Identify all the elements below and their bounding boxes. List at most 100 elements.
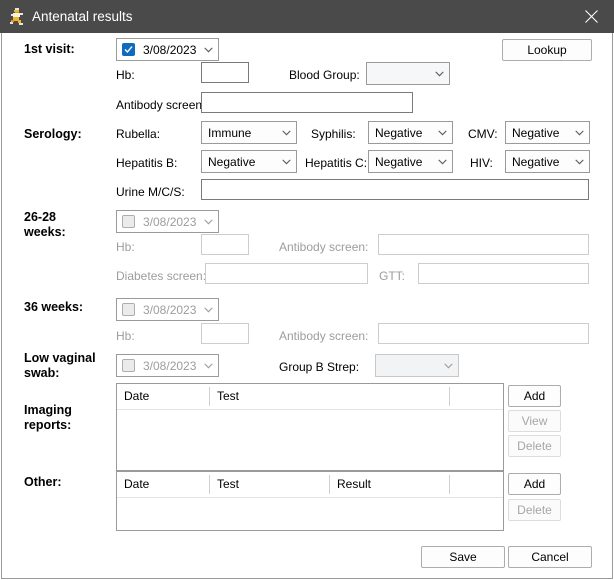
gtt-input[interactable] bbox=[418, 263, 589, 284]
blood-group-label: Blood Group: bbox=[289, 68, 360, 82]
cmv-label: CMV: bbox=[468, 127, 498, 141]
chevron-down-icon[interactable] bbox=[569, 130, 589, 136]
imaging-reports-add-button[interactable]: Add bbox=[508, 385, 561, 407]
urine-mcs-label: Urine M/C/S: bbox=[116, 185, 185, 199]
weeks-26-28-date-picker[interactable]: 3/08/2023 bbox=[116, 210, 219, 233]
first-visit-date-checkbox[interactable] bbox=[122, 43, 135, 56]
chevron-down-icon[interactable] bbox=[276, 130, 296, 136]
hepatitis-c-select[interactable]: Negative bbox=[368, 150, 453, 173]
section-label-26-28-weeks: 26-28 weeks: bbox=[24, 210, 66, 239]
close-icon[interactable] bbox=[568, 0, 614, 33]
hepatitis-b-value: Negative bbox=[208, 154, 256, 169]
chevron-down-icon[interactable] bbox=[198, 47, 218, 53]
chevron-down-icon[interactable] bbox=[198, 363, 218, 369]
gtt-label: GTT: bbox=[379, 269, 405, 283]
hiv-select[interactable]: Negative bbox=[505, 150, 590, 173]
rubella-label: Rubella: bbox=[116, 127, 161, 141]
hb-input-26-28-weeks[interactable] bbox=[201, 234, 249, 255]
imaging-reports-col-date[interactable]: Date bbox=[117, 384, 209, 409]
hiv-label: HIV: bbox=[470, 156, 493, 170]
chevron-down-icon[interactable] bbox=[432, 130, 452, 136]
section-label-low-vaginal-swab: Low vaginal swab: bbox=[24, 351, 96, 380]
hepatitis-c-label: Hepatitis C: bbox=[305, 156, 368, 170]
other-col-date[interactable]: Date bbox=[117, 472, 209, 497]
first-visit-date-picker[interactable]: 3/08/2023 bbox=[116, 38, 219, 61]
section-label-serology: Serology: bbox=[24, 127, 82, 141]
syphilis-value: Negative bbox=[375, 125, 423, 140]
antibody-screen-label-36-weeks: Antibody screen: bbox=[279, 329, 369, 343]
hepatitis-b-select[interactable]: Negative bbox=[201, 150, 297, 173]
chevron-down-icon[interactable] bbox=[276, 159, 296, 165]
imaging-reports-delete-button[interactable]: Delete bbox=[508, 435, 561, 457]
cancel-button-label: Cancel bbox=[531, 550, 569, 564]
blood-group-select[interactable] bbox=[366, 62, 450, 85]
hepatitis-b-label: Hepatitis B: bbox=[116, 156, 178, 170]
chevron-down-icon[interactable] bbox=[198, 307, 218, 313]
lookup-button[interactable]: Lookup bbox=[502, 39, 592, 61]
rubella-value: Immune bbox=[208, 125, 252, 140]
other-delete-button[interactable]: Delete bbox=[508, 499, 561, 521]
cmv-value: Negative bbox=[512, 125, 560, 140]
title-bar: Antenatal results bbox=[0, 0, 614, 33]
chevron-down-icon[interactable] bbox=[438, 363, 458, 369]
imaging-reports-col-test[interactable]: Test bbox=[210, 384, 449, 409]
weeks-26-28-date-checkbox[interactable] bbox=[122, 215, 135, 228]
syphilis-label: Syphilis: bbox=[311, 127, 356, 141]
antibody-screen-label-26-28-weeks: Antibody screen: bbox=[279, 240, 369, 254]
antibody-screen-input-26-28-weeks[interactable] bbox=[378, 234, 589, 255]
section-label-first-visit: 1st visit: bbox=[24, 42, 75, 56]
urine-mcs-input[interactable] bbox=[201, 179, 589, 200]
hb-label-36-weeks: Hb: bbox=[116, 329, 135, 343]
imaging-reports-view-label: View bbox=[521, 414, 548, 428]
weeks-36-date-picker[interactable]: 3/08/2023 bbox=[116, 298, 219, 321]
weeks-36-date-value: 3/08/2023 bbox=[143, 302, 197, 317]
save-button[interactable]: Save bbox=[421, 546, 505, 568]
low-vaginal-swab-date-value: 3/08/2023 bbox=[143, 358, 197, 373]
other-header-row: Date Test Result bbox=[117, 472, 503, 498]
other-add-label: Add bbox=[523, 477, 546, 491]
imaging-reports-delete-label: Delete bbox=[517, 439, 552, 453]
chevron-down-icon[interactable] bbox=[432, 159, 452, 165]
hb-label-26-28-weeks: Hb: bbox=[116, 240, 135, 254]
low-vaginal-swab-date-checkbox[interactable] bbox=[122, 359, 135, 372]
rubella-select[interactable]: Immune bbox=[201, 121, 297, 144]
other-col-result[interactable]: Result bbox=[330, 472, 449, 497]
group-b-strep-select[interactable] bbox=[375, 354, 459, 377]
cancel-button[interactable]: Cancel bbox=[508, 546, 592, 568]
hiv-value: Negative bbox=[512, 154, 560, 169]
hb-label-first-visit: Hb: bbox=[116, 68, 135, 82]
lookup-button-label: Lookup bbox=[527, 43, 567, 57]
antibody-screen-input-first-visit[interactable] bbox=[201, 92, 413, 113]
diabetes-screen-label: Diabetes screen: bbox=[116, 269, 207, 283]
section-label-36-weeks: 36 weeks: bbox=[24, 300, 84, 314]
cmv-select[interactable]: Negative bbox=[505, 121, 590, 144]
low-vaginal-swab-date-picker[interactable]: 3/08/2023 bbox=[116, 354, 219, 377]
hb-input-first-visit[interactable] bbox=[201, 62, 249, 83]
save-button-label: Save bbox=[449, 550, 477, 564]
other-delete-label: Delete bbox=[517, 503, 552, 517]
chevron-down-icon[interactable] bbox=[569, 159, 589, 165]
imaging-reports-view-button[interactable]: View bbox=[508, 410, 561, 432]
antenatal-results-window: Antenatal results 1st visit: 3/08/2023 L… bbox=[0, 0, 614, 580]
diabetes-screen-input[interactable] bbox=[205, 263, 368, 284]
weeks-36-date-checkbox[interactable] bbox=[122, 303, 135, 316]
other-add-button[interactable]: Add bbox=[508, 473, 561, 495]
hb-input-36-weeks[interactable] bbox=[201, 323, 249, 344]
antibody-screen-input-36-weeks[interactable] bbox=[378, 323, 589, 344]
syphilis-select[interactable]: Negative bbox=[368, 121, 453, 144]
other-grid[interactable]: Date Test Result bbox=[116, 471, 504, 531]
chevron-down-icon[interactable] bbox=[429, 71, 449, 77]
antibody-screen-label-first-visit: Antibody screen: bbox=[116, 98, 206, 112]
column-divider[interactable] bbox=[449, 387, 450, 406]
runner-icon bbox=[8, 7, 26, 26]
imaging-reports-grid[interactable]: Date Test bbox=[116, 383, 504, 471]
group-b-strep-label: Group B Strep: bbox=[279, 360, 360, 374]
section-label-imaging-reports: Imaging reports: bbox=[24, 403, 72, 432]
imaging-reports-add-label: Add bbox=[523, 389, 546, 403]
column-divider[interactable] bbox=[449, 475, 450, 494]
form-body: 1st visit: 3/08/2023 Lookup Hb: Blood Gr… bbox=[1, 33, 613, 579]
chevron-down-icon[interactable] bbox=[198, 219, 218, 225]
other-col-test[interactable]: Test bbox=[210, 472, 329, 497]
section-label-other: Other: bbox=[24, 475, 62, 489]
hepatitis-c-value: Negative bbox=[375, 154, 423, 169]
